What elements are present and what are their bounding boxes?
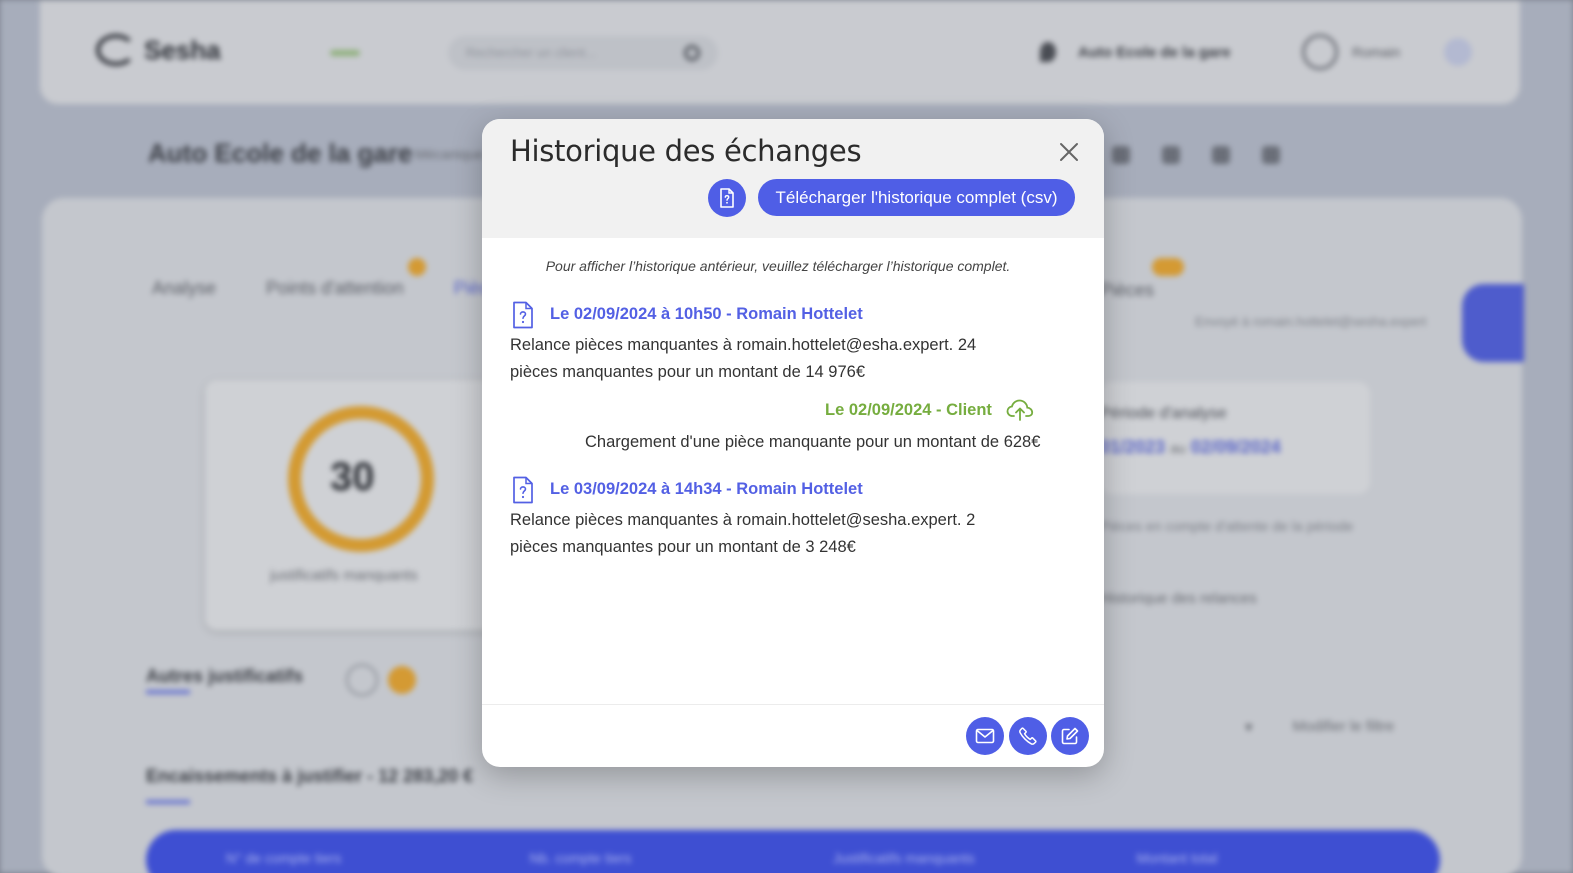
company-selector[interactable]: Auto Ecole de la gare: [1040, 42, 1231, 62]
user-menu[interactable]: Romain: [1302, 34, 1473, 70]
autres-title: Autres justificatifs: [146, 666, 304, 686]
modal-title: Historique des échanges: [510, 134, 862, 168]
side-action-button[interactable]: [1462, 284, 1524, 362]
encours-title: Encaissements à justifier - 12 283,20 €: [146, 766, 474, 786]
search-icon[interactable]: [684, 45, 700, 61]
history-entry-line: Relance pièces manquantes à romain.hotte…: [510, 336, 977, 354]
filter-button[interactable]: ▾ Modifier le filtre: [1245, 718, 1394, 736]
app-logo: Sesha: [96, 34, 221, 66]
modal-header: Historique des échanges Télécharger l'hi…: [482, 119, 1104, 238]
client-entry-title: Le 02/09/2024 - Client: [825, 401, 992, 419]
tab-right[interactable]: Pièces: [1100, 280, 1154, 301]
history-entry-text: Relance pièces manquantes à romain.hotte…: [510, 332, 990, 386]
top-navbar: [40, 0, 1520, 104]
chevron-down-icon[interactable]: [1444, 38, 1473, 66]
table-header-cell[interactable]: N° de compte tiers: [226, 850, 530, 873]
modal-footer-divider: [482, 704, 1104, 705]
add-note-button[interactable]: [1051, 717, 1089, 755]
document-question-icon: [513, 476, 533, 504]
user-name: Romain: [1352, 44, 1401, 60]
location-icon: [1040, 42, 1056, 62]
search-placeholder: Rechercher un client...: [466, 45, 597, 60]
document-question-icon: [720, 188, 734, 208]
download-csv-button[interactable]: Télécharger l'historique complet (csv): [758, 179, 1075, 216]
page-toolbar: [1112, 146, 1280, 164]
table-header-cell[interactable]: Montant total: [1137, 850, 1441, 873]
toolbar-icon-4[interactable]: [1262, 146, 1280, 164]
history-entry-title: Le 02/09/2024 à 10h50 - Romain Hottelet: [550, 305, 863, 323]
env-indicator: [330, 50, 360, 56]
toolbar-icon-2[interactable]: [1162, 146, 1180, 164]
section-underline: [146, 800, 190, 804]
period-title: Période d'analyse: [1100, 405, 1227, 422]
document-question-icon: [513, 301, 533, 329]
history-note: Pour afficher l’historique antérieur, ve…: [545, 258, 1011, 274]
filter-icon: ▾: [1245, 719, 1253, 736]
history-entry-line: pièces manquantes pour un montant de 3 2…: [510, 538, 856, 556]
history-entry-line: Relance pièces manquantes à romain.hotte…: [510, 511, 976, 529]
company-selector-label: Auto Ecole de la gare: [1078, 43, 1231, 61]
period-sep: au: [1170, 440, 1186, 456]
document-help-button[interactable]: [708, 179, 746, 217]
right-line-1: Pièces en compte d'attente de la période: [1100, 518, 1354, 534]
edit-icon: [1061, 727, 1079, 745]
section-underline: [146, 690, 190, 694]
tab-bar: Analyse Points d'attention Pièces: [152, 278, 508, 299]
cloud-upload-icon: [1006, 399, 1034, 421]
toolbar-icon-1[interactable]: [1112, 146, 1130, 164]
period-to[interactable]: 02/09/2024: [1191, 437, 1281, 457]
history-entry-title: Le 03/09/2024 à 14h34 - Romain Hottelet: [550, 480, 863, 498]
tab-analyse[interactable]: Analyse: [152, 278, 216, 299]
right-line-2[interactable]: Historique des relances: [1100, 590, 1257, 607]
toolbar-icon-3[interactable]: [1212, 146, 1230, 164]
table-header: N° de compte tiers Nb. compte tiers Just…: [146, 830, 1440, 873]
history-modal: Historique des échanges Télécharger l'hi…: [482, 119, 1104, 767]
gauge-value: 30: [330, 455, 375, 499]
phone-icon: [1019, 727, 1037, 745]
info-icon[interactable]: [346, 664, 378, 696]
table-header-cell[interactable]: Justificatifs manquants: [833, 850, 1137, 873]
filter-label: Modifier le filtre: [1292, 718, 1395, 735]
status-dot: [388, 666, 416, 694]
mail-icon: [975, 728, 995, 744]
gauge-label: justificatifs manquants: [270, 567, 418, 584]
send-email-button[interactable]: [966, 717, 1004, 755]
search-input[interactable]: Rechercher un client...: [448, 36, 718, 70]
call-button[interactable]: [1009, 717, 1047, 755]
table-header-cell[interactable]: Nb. compte tiers: [530, 850, 834, 873]
page-subtitle: Mécanique: [415, 146, 484, 162]
page-title: Auto Ecole de la gare: [148, 138, 413, 168]
tab-points-attention[interactable]: Points d'attention: [266, 278, 404, 299]
right-note: Envoyé à romain.hottelet@sesha.expert: [1195, 314, 1427, 329]
tab-badge: [408, 258, 426, 276]
close-icon[interactable]: [1058, 141, 1080, 163]
period-dates: 01/2023 au 02/09/2024: [1100, 437, 1281, 458]
app-name: Sesha: [144, 34, 221, 65]
logo-icon: [96, 34, 136, 66]
history-entry-line: pièces manquantes pour un montant de 14 …: [510, 363, 866, 381]
avatar: [1302, 34, 1338, 70]
client-entry-text: Chargement d'une pièce manquante pour un…: [585, 433, 1041, 451]
history-entry-text: Relance pièces manquantes à romain.hotte…: [510, 507, 990, 561]
period-from[interactable]: 01/2023: [1100, 437, 1165, 457]
tab-badge: [1152, 258, 1184, 276]
